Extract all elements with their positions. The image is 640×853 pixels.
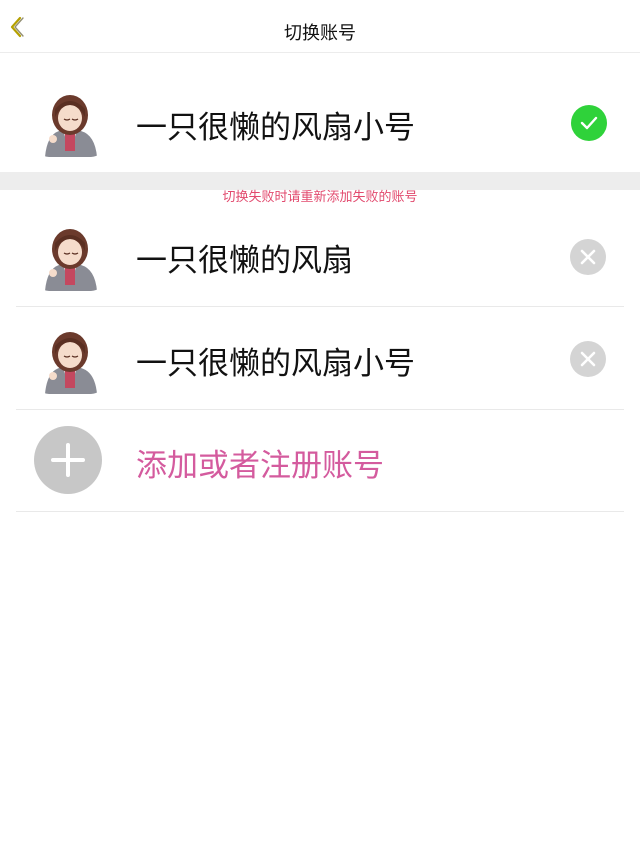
avatar-image xyxy=(35,221,105,291)
current-account-name: 一只很懒的风扇小号 xyxy=(136,110,415,146)
remove-x-icon[interactable] xyxy=(570,239,606,275)
account-row[interactable]: 一只很懒的风扇 xyxy=(16,205,624,307)
avatar-image xyxy=(35,87,105,157)
avatar xyxy=(35,221,105,291)
remove-x-icon[interactable] xyxy=(570,341,606,377)
current-account-row: 一只很懒的风扇小号 xyxy=(0,70,640,174)
navigation-bar: 切换账号 xyxy=(0,0,640,53)
row-divider xyxy=(16,306,624,307)
switch-account-page: 切换账号 一只很懒的风扇小号 切换失败时请重新添加失败的账号 一只很懒的风扇 一… xyxy=(0,0,640,853)
avatar xyxy=(35,324,105,394)
add-account-label: 添加或者注册账号 xyxy=(136,448,384,484)
add-account-button[interactable]: 添加或者注册账号 xyxy=(16,410,624,512)
account-name: 一只很懒的风扇 xyxy=(136,243,353,279)
row-divider xyxy=(16,511,624,512)
plus-icon xyxy=(34,426,102,494)
account-row[interactable]: 一只很懒的风扇小号 xyxy=(16,308,624,410)
avatar-image xyxy=(35,324,105,394)
page-title: 切换账号 xyxy=(284,23,356,44)
check-circle-icon xyxy=(571,105,607,141)
account-name: 一只很懒的风扇小号 xyxy=(136,346,415,382)
avatar xyxy=(35,87,105,157)
